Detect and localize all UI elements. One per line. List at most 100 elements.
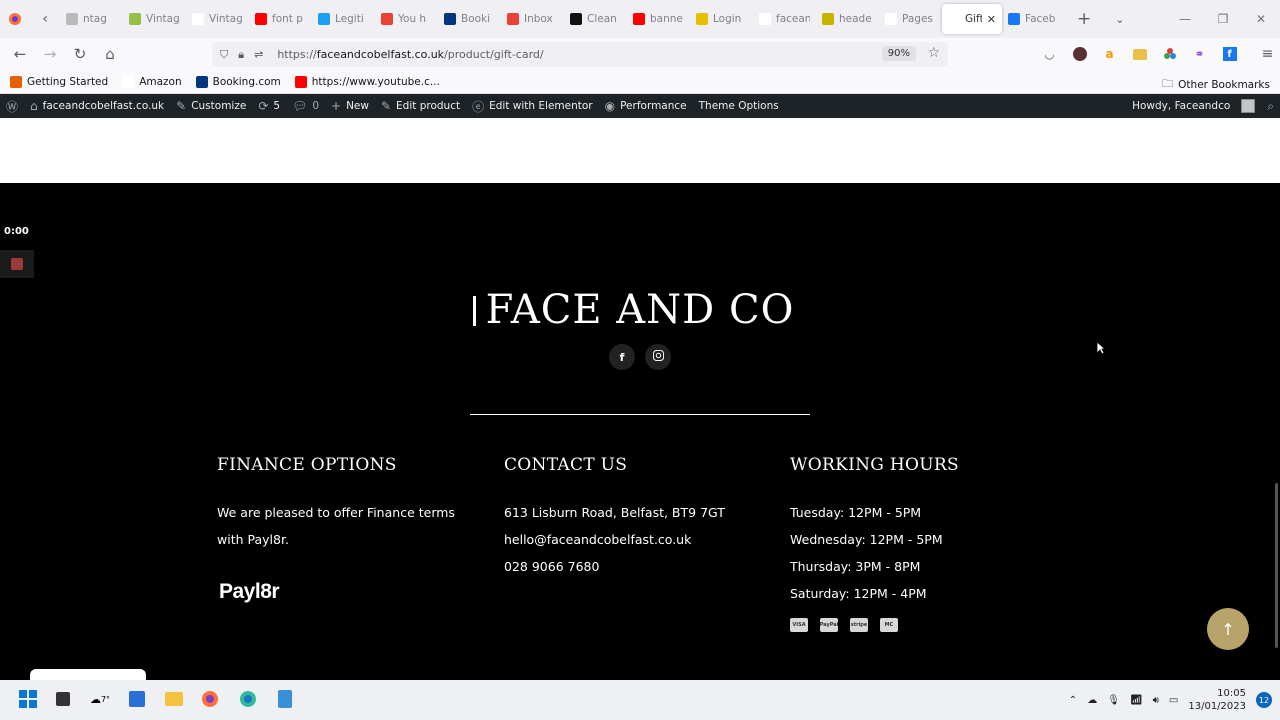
- payl8r-logo[interactable]: Payl8r: [219, 580, 280, 604]
- contact-email[interactable]: hello@faceandcobelfast.co.uk: [504, 526, 764, 553]
- edge-taskbar-icon[interactable]: [237, 688, 259, 710]
- hours-title: WORKING HOURS: [790, 455, 959, 475]
- start-button[interactable]: [17, 688, 39, 710]
- permissions-icon[interactable]: ⇌: [254, 48, 263, 61]
- link-extension-icon[interactable]: ⚭: [1190, 45, 1209, 64]
- browser-tab[interactable]: Gift Ca ✕: [942, 4, 1002, 34]
- wp-account-menu[interactable]: Howdy, Faceandco: [1126, 94, 1261, 118]
- tab-label: Legiti: [335, 13, 364, 25]
- wp-comments-link[interactable]: 💬︎ 0: [286, 94, 325, 118]
- browser-tab[interactable]: ntag: [60, 4, 123, 34]
- facebook-icon: f: [619, 350, 625, 364]
- wp-site-link[interactable]: ⌂ faceandcobelfast.co.uk: [24, 94, 170, 118]
- bookmark-item[interactable]: Amazon: [122, 75, 182, 88]
- footer-brand-logo[interactable]: FACE AND CO: [470, 287, 810, 333]
- wp-elementor-link[interactable]: ⓔ Edit with Elementor: [466, 94, 599, 118]
- facebook-social-link[interactable]: f: [609, 344, 635, 370]
- page-scrollbar[interactable]: [1275, 483, 1278, 648]
- wp-new-link[interactable]: + New: [325, 94, 375, 118]
- browser-tab[interactable]: font p: [249, 4, 312, 34]
- reload-button[interactable]: ↻: [65, 39, 95, 69]
- url-text[interactable]: https://faceandcobelfast.co.uk/product/g…: [277, 48, 543, 61]
- zoom-indicator[interactable]: 90%: [881, 46, 916, 61]
- volume-icon[interactable]: 🔊︎: [1153, 695, 1159, 706]
- bookmark-item[interactable]: https://www.youtube.c...: [294, 75, 440, 88]
- home-button[interactable]: ⌂: [95, 39, 125, 69]
- wp-theme-options-link[interactable]: Theme Options: [693, 94, 785, 118]
- bookmark-item[interactable]: Booking.com: [195, 75, 281, 88]
- facebook-extension-icon[interactable]: f: [1220, 45, 1239, 64]
- stop-recording-button[interactable]: [0, 250, 34, 278]
- close-window-icon[interactable]: ✕: [1242, 12, 1280, 26]
- browser-tab[interactable]: You h: [375, 4, 438, 34]
- tab-scroll-left-icon[interactable]: ‹: [30, 0, 60, 38]
- back-button[interactable]: ←: [5, 39, 35, 69]
- minimize-icon[interactable]: —: [1166, 12, 1204, 26]
- wp-performance-link[interactable]: ◉ Performance: [599, 94, 693, 118]
- taskbar-clock[interactable]: 10:05 13/01/2023: [1188, 687, 1246, 713]
- tray-overflow-icon[interactable]: ⌃: [1069, 695, 1077, 706]
- back-to-top-button[interactable]: ↑: [1207, 608, 1249, 650]
- amazon-extension-icon[interactable]: a: [1100, 45, 1119, 64]
- outlook-app-icon[interactable]: [126, 688, 148, 710]
- wp-edit-product-link[interactable]: ✎ Edit product: [375, 94, 466, 118]
- browser-tab[interactable]: Vintage R: [186, 4, 249, 34]
- onedrive-icon[interactable]: ☁: [1087, 695, 1097, 706]
- browser-tab[interactable]: Faceb: [1002, 4, 1065, 34]
- footer-divider: [470, 414, 810, 415]
- other-bookmarks-folder[interactable]: 🗀 Other Bookmarks: [1162, 75, 1270, 94]
- firefox-view-icon[interactable]: [0, 0, 30, 38]
- shield-icon[interactable]: ⛉: [220, 48, 228, 62]
- tab-favicon-icon: [192, 13, 204, 25]
- list-all-tabs-icon[interactable]: ⌄: [1115, 13, 1124, 26]
- weather-widget[interactable]: ☁ 7°: [89, 688, 111, 710]
- browser-tab[interactable]: Vintag: [123, 4, 186, 34]
- bookmark-star-icon[interactable]: ☆: [927, 45, 940, 61]
- address-bar[interactable]: ⛉ 🔒︎ ⇌ https://faceandcobelfast.co.uk/pr…: [212, 42, 948, 67]
- pocket-icon[interactable]: ◡: [1040, 45, 1059, 64]
- forward-button[interactable]: →: [35, 39, 65, 69]
- browser-tab[interactable]: Inbox: [501, 4, 564, 34]
- mastercard-card-icon: MC: [880, 618, 898, 632]
- wp-search-button[interactable]: ⌕: [1261, 94, 1280, 118]
- file-explorer-icon[interactable]: [163, 688, 185, 710]
- browser-tab[interactable]: banne: [627, 4, 690, 34]
- menu-icon[interactable]: ≡: [1258, 45, 1277, 64]
- lock-icon[interactable]: 🔒︎: [238, 48, 244, 62]
- notification-badge[interactable]: 12: [1256, 692, 1272, 708]
- contact-address: 613 Lisburn Road, Belfast, BT9 7GT: [504, 505, 725, 520]
- finance-text: We are pleased to offer Finance terms wi…: [217, 505, 455, 547]
- tab-favicon-icon: [570, 13, 582, 25]
- wp-customize-link[interactable]: ✎ Customize: [170, 94, 252, 118]
- browser-tab[interactable]: Legiti: [312, 4, 375, 34]
- tab-label: Login: [713, 13, 742, 25]
- profile-extension-icon[interactable]: [1070, 45, 1089, 64]
- notepad-taskbar-icon[interactable]: [274, 688, 296, 710]
- color-picker-extension-icon[interactable]: [1160, 45, 1179, 64]
- task-view-icon[interactable]: [52, 688, 74, 710]
- folder-extension-icon[interactable]: [1130, 45, 1149, 64]
- bookmark-item[interactable]: Getting Started: [10, 75, 109, 88]
- tab-label: Vintag: [146, 13, 180, 25]
- close-tab-icon[interactable]: ✕: [987, 13, 996, 26]
- browser-tab[interactable]: Booki: [438, 4, 501, 34]
- wp-updates-link[interactable]: ⟳ 5: [252, 94, 286, 118]
- wordpress-logo-menu[interactable]: Ⓦ: [0, 94, 24, 118]
- firefox-taskbar-icon[interactable]: [199, 688, 221, 710]
- browser-tab[interactable]: faceandco: [753, 4, 816, 34]
- weather-temp: 7°: [100, 694, 111, 704]
- browser-tab[interactable]: Pages ‹ fa: [879, 4, 942, 34]
- battery-icon[interactable]: ▭: [1169, 695, 1178, 706]
- restore-icon[interactable]: ❐: [1204, 12, 1242, 26]
- tab-favicon-icon: [318, 13, 330, 25]
- microphone-icon[interactable]: 🎙︎: [1107, 695, 1120, 706]
- wifi-icon[interactable]: 📶︎: [1130, 695, 1143, 706]
- instagram-social-link[interactable]: [645, 344, 671, 370]
- bookmark-label: Getting Started: [27, 75, 109, 88]
- browser-tab[interactable]: heade: [816, 4, 879, 34]
- new-tab-icon[interactable]: +: [1077, 9, 1091, 29]
- tab-favicon-icon: [381, 13, 393, 25]
- browser-tab[interactable]: Login: [690, 4, 753, 34]
- browser-tab[interactable]: Clean: [564, 4, 627, 34]
- contact-phone[interactable]: 028 9066 7680: [504, 553, 764, 580]
